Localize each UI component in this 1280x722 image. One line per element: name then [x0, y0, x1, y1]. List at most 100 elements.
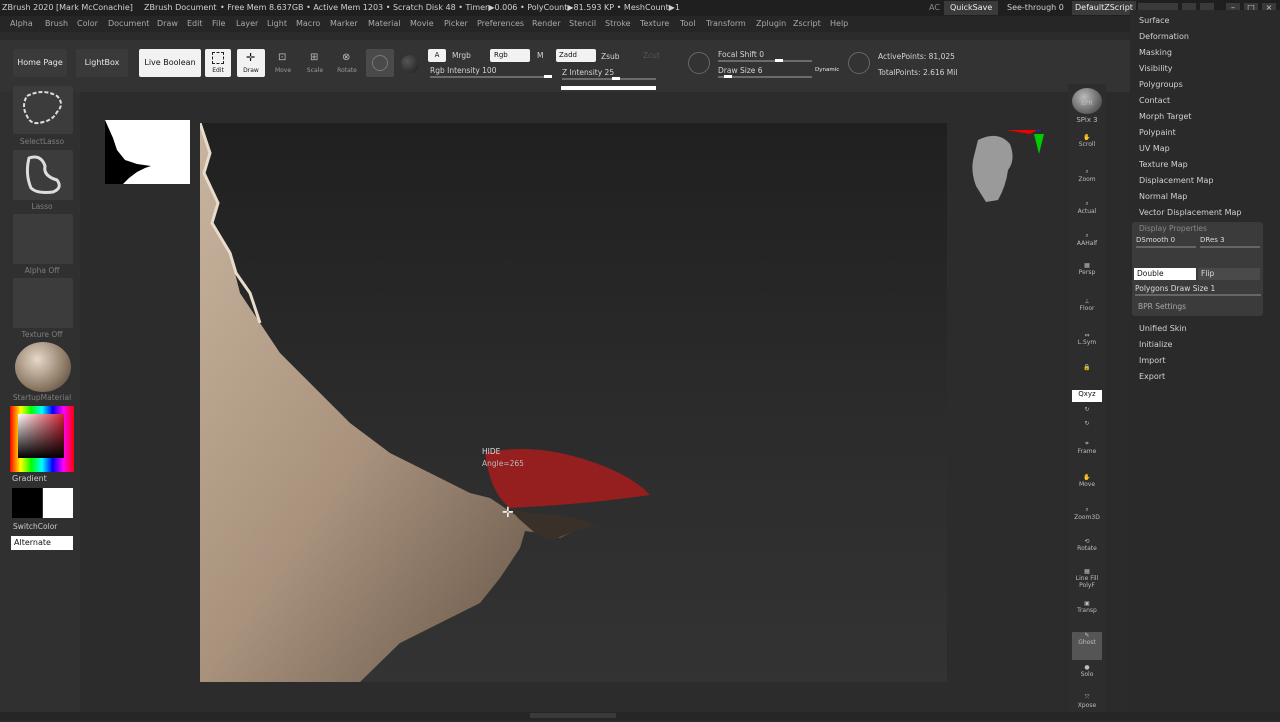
menu-texture[interactable]: Texture: [640, 16, 669, 32]
zcut-toggle[interactable]: Zcut: [643, 51, 660, 60]
polygons-draw-size-slider[interactable]: Polygons Draw Size 1: [1135, 284, 1215, 293]
palette-item-visibility[interactable]: Visibility: [1139, 64, 1173, 73]
rgb-intensity-slider[interactable]: [430, 76, 552, 78]
menu-macro[interactable]: Macro: [296, 16, 320, 32]
focal-shift-slider[interactable]: [718, 60, 812, 62]
palette-item-displacement-map[interactable]: Displacement Map: [1139, 176, 1213, 185]
z-intensity-slider[interactable]: [562, 78, 656, 80]
menu-file[interactable]: File: [212, 16, 225, 32]
dsmooth-slider[interactable]: DSmooth 0: [1136, 236, 1175, 244]
alternate-button[interactable]: Alternate: [11, 536, 73, 550]
alpha-button[interactable]: [13, 214, 73, 264]
focal-shift-icon[interactable]: [688, 52, 710, 74]
rotate-axis-y-icon[interactable]: ↻: [1072, 406, 1102, 418]
aahalf-button[interactable]: ⌕ AAHalf: [1072, 232, 1102, 260]
spix-button[interactable]: SPix 3: [1072, 116, 1102, 126]
menu-zplugin[interactable]: Zplugin: [756, 16, 786, 32]
material-sphere-icon[interactable]: [401, 55, 419, 73]
z-intensity-knob[interactable]: [612, 77, 620, 80]
zoom3d-button[interactable]: ⌕ Zoom3D: [1072, 506, 1102, 534]
palette-item-contact[interactable]: Contact: [1139, 96, 1170, 105]
focal-shift-knob[interactable]: [775, 59, 783, 62]
ghost-button[interactable]: ✎ Ghost: [1072, 632, 1102, 660]
menu-picker[interactable]: Picker: [444, 16, 468, 32]
menu-tool[interactable]: Tool: [680, 16, 696, 32]
actual-button[interactable]: ⌕ Actual: [1072, 200, 1102, 228]
scroll-button[interactable]: ✋ Scroll: [1072, 134, 1102, 162]
polyf-button[interactable]: ▦ Line Fill PolyF: [1072, 568, 1102, 596]
xyz-button[interactable]: Qxyz: [1072, 390, 1102, 402]
sphere-brush-button[interactable]: [366, 49, 394, 77]
palette-item-polygroups[interactable]: Polygroups: [1139, 80, 1183, 89]
default-zscript-button[interactable]: DefaultZScript: [1072, 1, 1136, 15]
menu-alpha[interactable]: Alpha: [10, 16, 33, 32]
lasso-button[interactable]: [13, 150, 73, 200]
menu-transform[interactable]: Transform: [706, 16, 746, 32]
menu-preferences[interactable]: Preferences: [477, 16, 524, 32]
draw-size-slider[interactable]: [718, 76, 812, 78]
palette-item-initialize[interactable]: Initialize: [1139, 340, 1172, 349]
material-button[interactable]: [15, 342, 71, 392]
zadd-toggle[interactable]: Zadd: [556, 49, 596, 62]
menu-marker[interactable]: Marker: [330, 16, 358, 32]
frame-button[interactable]: ⌗ Frame: [1072, 440, 1102, 468]
quicksave-button[interactable]: QuickSave: [944, 1, 999, 15]
menu-edit[interactable]: Edit: [187, 16, 203, 32]
menu-help[interactable]: Help: [830, 16, 848, 32]
menu-stencil[interactable]: Stencil: [569, 16, 596, 32]
zoom-button[interactable]: ⌕ Zoom: [1072, 168, 1102, 196]
move-button[interactable]: ⊡ Move: [270, 49, 296, 77]
dres-track[interactable]: [1200, 246, 1260, 248]
palette-item-export[interactable]: Export: [1139, 372, 1165, 381]
head-gizmo[interactable]: [968, 121, 1044, 202]
palette-item-masking[interactable]: Masking: [1139, 48, 1172, 57]
menu-zscript[interactable]: Zscript: [793, 16, 821, 32]
zsub-toggle[interactable]: Zsub: [601, 52, 620, 61]
solo-button[interactable]: ● Solo: [1072, 664, 1102, 692]
menu-render[interactable]: Render: [532, 16, 560, 32]
rgb-intensity-knob[interactable]: [544, 75, 552, 78]
palette-item-morph-target[interactable]: Morph Target: [1139, 112, 1192, 121]
rotate-axis-z-icon[interactable]: ↻: [1072, 420, 1102, 432]
see-through-slider[interactable]: See-through 0: [1007, 0, 1064, 16]
dsmooth-track[interactable]: [1136, 246, 1196, 248]
menu-stroke[interactable]: Stroke: [605, 16, 631, 32]
display-properties-title[interactable]: Display Properties: [1139, 224, 1207, 233]
mrgb-toggle[interactable]: Mrgb: [452, 51, 471, 60]
palette-item-deformation[interactable]: Deformation: [1139, 32, 1189, 41]
select-lasso-button[interactable]: [13, 86, 73, 134]
live-boolean-button[interactable]: Live Boolean: [139, 49, 201, 77]
menu-document[interactable]: Document: [108, 16, 149, 32]
menu-movie[interactable]: Movie: [410, 16, 434, 32]
color-picker-square[interactable]: [18, 414, 64, 458]
switch-color-button[interactable]: SwitchColor: [13, 522, 57, 531]
floor-button[interactable]: ⊥ Floor: [1072, 298, 1102, 326]
rotate-button[interactable]: ⊗ Rotate: [334, 49, 360, 77]
lock-button[interactable]: 🔒: [1072, 364, 1102, 392]
flip-toggle[interactable]: Flip: [1198, 268, 1260, 280]
lightbox-button[interactable]: LightBox: [76, 49, 128, 77]
gradient-label[interactable]: Gradient: [12, 474, 47, 483]
menu-color[interactable]: Color: [77, 16, 98, 32]
scale-button[interactable]: ⊞ Scale: [302, 49, 328, 77]
polygons-draw-size-track[interactable]: [1135, 294, 1261, 296]
palette-item-vector-displacement-map[interactable]: Vector Displacement Map: [1139, 208, 1241, 217]
texture-button[interactable]: [13, 278, 73, 328]
m-toggle[interactable]: M: [537, 51, 543, 60]
bottom-tray-handle[interactable]: [530, 713, 616, 718]
a-toggle[interactable]: A: [428, 49, 446, 62]
menu-layer[interactable]: Layer: [236, 16, 258, 32]
draw-size-knob[interactable]: [724, 75, 732, 78]
main-color-swatch[interactable]: [12, 488, 42, 518]
menu-brush[interactable]: Brush: [45, 16, 68, 32]
navigator-thumbnail[interactable]: [105, 120, 190, 184]
double-toggle[interactable]: Double: [1134, 268, 1196, 280]
palette-item-unified-skin[interactable]: Unified Skin: [1139, 324, 1187, 333]
palette-item-polypaint[interactable]: Polypaint: [1139, 128, 1176, 137]
draw-button[interactable]: ✛ Draw: [237, 49, 265, 77]
palette-item-texture-map[interactable]: Texture Map: [1139, 160, 1188, 169]
bpr-settings[interactable]: BPR Settings: [1138, 302, 1186, 311]
d-icon[interactable]: [848, 52, 870, 74]
palette-item-normal-map[interactable]: Normal Map: [1139, 192, 1187, 201]
dynamic-toggle[interactable]: Dynamic: [815, 67, 839, 73]
